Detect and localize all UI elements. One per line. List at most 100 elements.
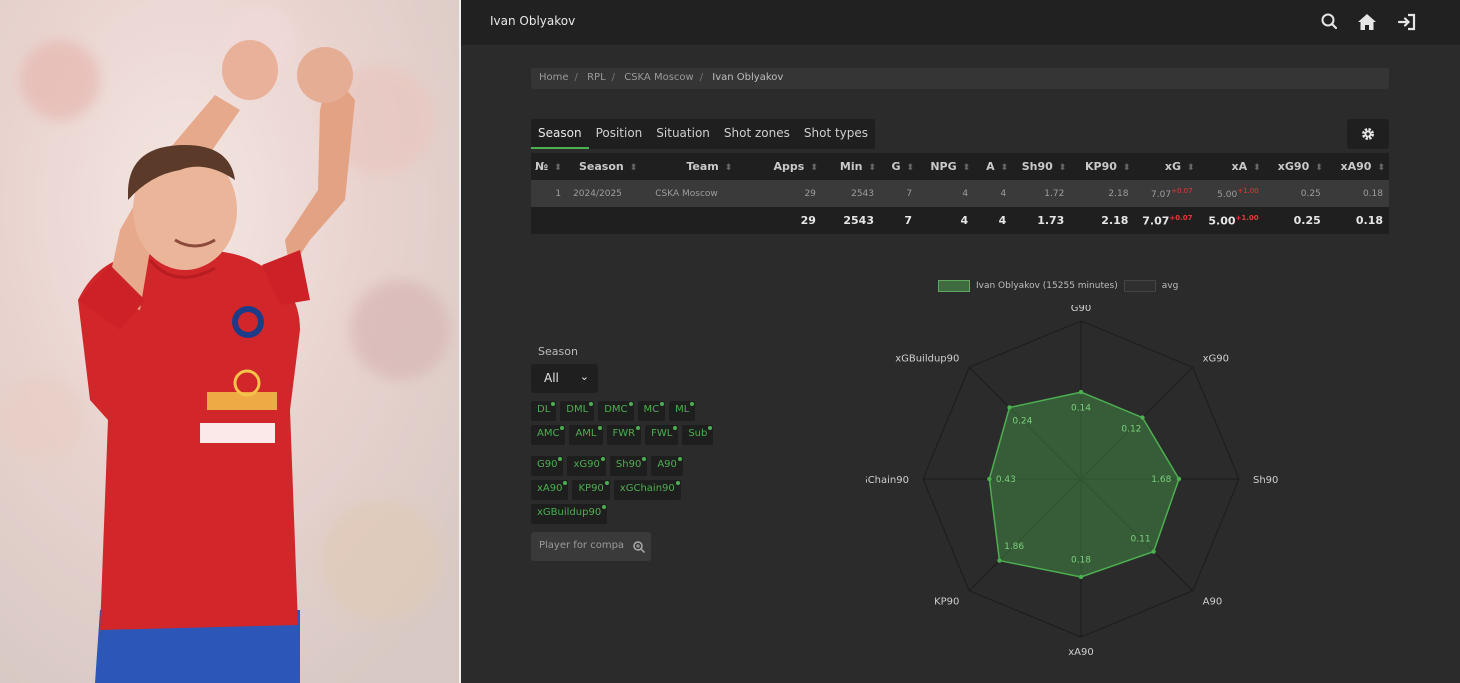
chip-position-fwr[interactable]: FWR — [606, 425, 642, 445]
player-photo-art — [0, 0, 459, 683]
cell-g: 7 — [880, 180, 919, 207]
chip-position-dml[interactable]: DML — [560, 401, 595, 421]
col-min[interactable]: Min ⬍ — [821, 153, 880, 180]
search-icon[interactable] — [1319, 11, 1341, 33]
radar-axis-label-kp90: KP90 — [934, 597, 959, 608]
metric-chips: G90 xG90 Sh90 A90 xA90 KP90 xGChain90 xG… — [531, 456, 706, 524]
col-kp90[interactable]: KP90 ⬍ — [1070, 153, 1135, 180]
legend-player-swatch[interactable] — [938, 280, 970, 292]
chip-position-dmc[interactable]: DMC — [598, 401, 634, 421]
breadcrumb-league[interactable]: RPL — [587, 72, 606, 83]
chip-position-sub[interactable]: Sub — [682, 425, 714, 445]
cell-team[interactable]: CSKA Moscow — [649, 180, 770, 207]
total-npg: 4 — [918, 207, 975, 234]
radar-axis-label-g90: G90 — [1071, 305, 1091, 314]
breadcrumb-home[interactable]: Home — [539, 72, 569, 83]
tab-situation[interactable]: Situation — [649, 119, 717, 149]
tab-shot-types[interactable]: Shot types — [797, 119, 875, 149]
radar-point-kp90[interactable] — [997, 558, 1002, 563]
total-min: 2543 — [821, 207, 880, 234]
cell-number: 1 — [531, 180, 568, 207]
radar-point-xgchain90[interactable] — [987, 476, 992, 482]
cell-xg: 7.07+0.07 — [1134, 180, 1199, 207]
chip-metric-xgchain90[interactable]: xGChain90 — [613, 480, 681, 500]
table-total-row: 29 2543 7 4 4 1.73 2.18 7.07+0.07 5.00+1… — [531, 207, 1389, 234]
login-icon[interactable] — [1396, 11, 1418, 33]
tab-shot-zones[interactable]: Shot zones — [717, 119, 797, 149]
stats-tabs: Season Position Situation Shot zones Sho… — [531, 119, 876, 149]
navbar-title[interactable]: Ivan Oblyakov — [490, 14, 575, 28]
col-xa[interactable]: xA ⬍ — [1198, 153, 1265, 180]
top-navbar: Ivan Oblyakov — [461, 0, 1460, 45]
table-row: 1 2024/2025 CSKA Moscow 29 2543 7 4 4 1.… — [531, 180, 1389, 207]
chip-position-amc[interactable]: AMC — [531, 425, 566, 445]
col-xa90[interactable]: xA90 ⬍ — [1326, 153, 1389, 180]
radar-point-xg90[interactable] — [1140, 415, 1145, 420]
chip-position-dl[interactable]: DL — [531, 401, 557, 421]
col-number[interactable]: № ⬍ — [531, 153, 568, 180]
radar-chart: 0.14 0.12 1.68 0.11 0.18 1.86 0.43 0.24 G90 xG90 S… — [866, 305, 1278, 655]
chip-metric-kp90[interactable]: KP90 — [572, 480, 610, 500]
search-plus-icon — [633, 541, 646, 554]
total-xa-diff: +1.00 — [1235, 213, 1259, 222]
cell-npg: 4 — [918, 180, 975, 207]
chip-position-aml[interactable]: AML — [569, 425, 603, 445]
col-season[interactable]: Season ⬍ — [567, 153, 650, 180]
radar-value-sh90: 1.68 — [1151, 475, 1171, 485]
season-stats-table: № ⬍ Season ⬍ Team ⬍ Apps ⬍ Min ⬍ G ⬍ NPG ⬍ A ⬍ S… — [531, 153, 1389, 234]
chip-metric-xgbuildup90[interactable]: xGBuildup90 — [531, 504, 608, 524]
chip-metric-a90[interactable]: A90 — [651, 456, 683, 476]
radar-point-xgbuildup90[interactable] — [1007, 405, 1012, 410]
chip-position-mc[interactable]: MC — [637, 401, 666, 421]
chip-metric-xa90[interactable]: xA90 — [531, 480, 569, 500]
total-xg: 7.07+0.07 — [1134, 207, 1199, 234]
season-filter-label: Season — [538, 345, 578, 358]
radar-axis-label-a90: A90 — [1203, 597, 1223, 608]
chip-position-ml[interactable]: ML — [669, 401, 696, 421]
chevron-down-icon: ⌄ — [579, 370, 589, 383]
compare-placeholder: Player for compa — [539, 540, 625, 551]
col-team[interactable]: Team ⬍ — [649, 153, 770, 180]
col-npg[interactable]: NPG ⬍ — [918, 153, 975, 180]
compare-player-input[interactable]: Player for compa — [531, 532, 651, 561]
breadcrumb: Home / RPL / CSKA Moscow / Ivan Oblyakov — [531, 68, 1389, 89]
radar-axis-label-xg90: xG90 — [1203, 353, 1229, 364]
radar-value-xg90: 0.12 — [1121, 425, 1141, 435]
col-g[interactable]: G ⬍ — [880, 153, 919, 180]
chip-metric-g90[interactable]: G90 — [531, 456, 564, 476]
radar-point-xa90[interactable] — [1078, 574, 1084, 580]
player-photo — [0, 0, 459, 683]
tab-season[interactable]: Season — [531, 119, 589, 149]
col-a[interactable]: A ⬍ — [974, 153, 1013, 180]
chip-metric-sh90[interactable]: Sh90 — [609, 456, 648, 476]
table-header-row: № ⬍ Season ⬍ Team ⬍ Apps ⬍ Min ⬍ G ⬍ NPG ⬍ A ⬍ S… — [531, 153, 1389, 180]
legend-avg-swatch[interactable] — [1123, 280, 1156, 292]
cell-kp90: 2.18 — [1070, 180, 1135, 207]
col-apps[interactable]: Apps ⬍ — [769, 153, 822, 180]
tab-position[interactable]: Position — [589, 119, 650, 149]
season-select[interactable]: All ⌄ — [531, 364, 598, 393]
cell-sh90: 1.72 — [1012, 180, 1071, 207]
total-a: 4 — [974, 207, 1013, 234]
radar-point-g90[interactable] — [1078, 389, 1084, 395]
col-xg90[interactable]: xG90 ⬍ — [1264, 153, 1327, 180]
home-icon[interactable] — [1356, 11, 1378, 33]
xg-diff: +0.07 — [1171, 187, 1193, 195]
chip-metric-xg90[interactable]: xG90 — [567, 456, 606, 476]
settings-button[interactable] — [1347, 119, 1389, 149]
breadcrumb-team[interactable]: CSKA Moscow — [624, 72, 693, 83]
cell-xa: 5.00+1.00 — [1198, 180, 1265, 207]
radar-value-a90: 0.11 — [1131, 535, 1151, 545]
col-xg[interactable]: xG ⬍ — [1134, 153, 1199, 180]
cell-season: 2024/2025 — [567, 180, 650, 207]
season-select-value: All — [544, 371, 559, 385]
total-xg-diff: +0.07 — [1169, 213, 1193, 222]
total-g: 7 — [880, 207, 919, 234]
gear-icon — [1362, 128, 1374, 140]
radar-point-sh90[interactable] — [1176, 476, 1182, 482]
radar-axis-label-xgbuildup90: xGBuildup90 — [895, 353, 959, 364]
chip-position-fwl[interactable]: FWL — [645, 425, 679, 445]
col-sh90[interactable]: Sh90 ⬍ — [1012, 153, 1071, 180]
xa-diff: +1.00 — [1237, 187, 1259, 195]
radar-point-a90[interactable] — [1151, 549, 1156, 554]
